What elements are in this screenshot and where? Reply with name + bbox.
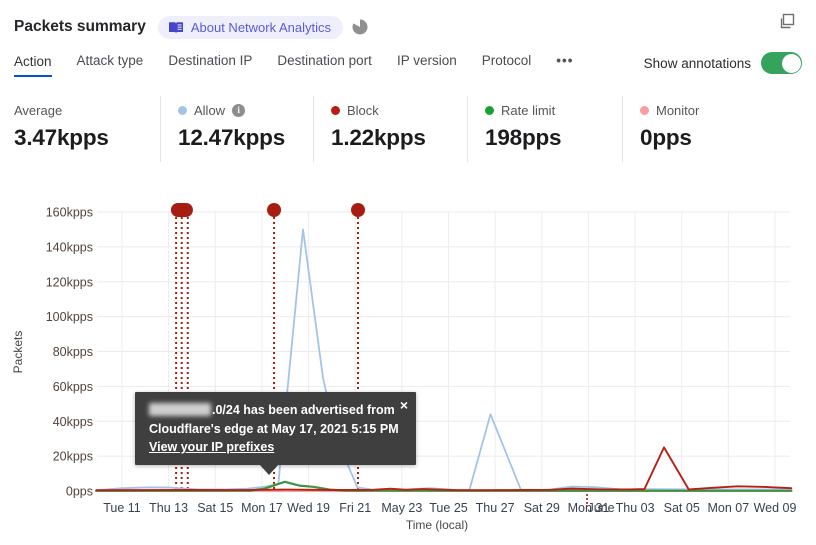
y-axis-label: 40kpps xyxy=(53,415,93,429)
chart-area: 0pps 20kpps 40kpps 60kpps 80kpps 100kpps 120kp… xyxy=(0,195,816,545)
show-annotations-label: Show annotations xyxy=(643,55,751,71)
y-axis-title: Packets xyxy=(11,331,25,374)
y-axis-label: 120kpps xyxy=(46,275,93,289)
show-annotations-group: Show annotations xyxy=(644,52,802,78)
tooltip-text: .0/24 has been advertised from Cloudflar… xyxy=(149,403,399,436)
badge-label: About Network Analytics xyxy=(190,19,332,35)
series-color-dot xyxy=(640,105,649,115)
x-axis-label: Wed 09 xyxy=(754,501,797,515)
stats-row: Average 3.47kpps Allow i 12.47kpps Block 1.22k… xyxy=(14,96,816,162)
page-title: Packets summary xyxy=(14,18,146,35)
header: Packets summary About Network Analytics xyxy=(14,12,802,42)
x-axis-label: Tue 25 xyxy=(429,501,468,515)
x-axis-label: Thu 03 xyxy=(616,501,655,515)
stat-label: Allow xyxy=(194,102,226,118)
x-axis-title: Time (local) xyxy=(406,518,468,532)
about-network-analytics-badge[interactable]: About Network Analytics xyxy=(157,15,344,39)
x-axis-label: Thu 27 xyxy=(476,501,515,515)
stat-value: 1.22kpps xyxy=(331,125,426,150)
tab-action[interactable]: Action xyxy=(14,54,52,77)
y-axis-label: 20kpps xyxy=(53,450,93,464)
pie-chart-icon[interactable] xyxy=(352,19,368,35)
stat-label: Average xyxy=(14,102,63,118)
x-axis-label: Sat 29 xyxy=(524,501,560,515)
x-axis-label: Thu 13 xyxy=(149,501,188,515)
x-axis-label: Wed 19 xyxy=(287,501,330,515)
stat-value: 0pps xyxy=(640,125,692,150)
x-axis-label: May 23 xyxy=(381,501,422,515)
duplicate-window-icon[interactable] xyxy=(779,13,796,35)
stat-allow: Allow i 12.47kpps xyxy=(160,96,313,162)
book-icon xyxy=(168,21,184,34)
series-color-dot xyxy=(331,105,340,115)
tooltip-arrow xyxy=(259,463,279,475)
series-color-dot xyxy=(178,105,187,115)
tooltip-close-icon[interactable]: × xyxy=(400,398,408,412)
y-axis-label: 140kpps xyxy=(46,240,93,254)
stat-monitor: Monitor 0pps xyxy=(622,96,782,162)
y-axis-label: 100kpps xyxy=(46,310,93,324)
stat-label: Block xyxy=(347,102,379,118)
x-axis-label: Sat 05 xyxy=(664,501,700,515)
y-axis-label: 0pps xyxy=(66,485,93,499)
x-axis-month-label: June xyxy=(587,501,614,515)
stat-label: Rate limit xyxy=(501,102,556,118)
stat-value: 3.47kpps xyxy=(14,125,109,150)
x-axis-label: Fri 21 xyxy=(339,501,371,515)
tab-protocol[interactable]: Protocol xyxy=(482,53,532,77)
stat-block: Block 1.22kpps xyxy=(313,96,467,162)
annotation-marker-dot[interactable] xyxy=(351,203,366,217)
view-ip-prefixes-link[interactable]: View your IP prefixes xyxy=(149,440,274,454)
x-axis-label: Mon 07 xyxy=(708,501,750,515)
toggle-knob xyxy=(781,53,801,73)
annotation-tooltip: × .0/24 has been advertised from Cloudfl… xyxy=(135,392,416,475)
stat-label: Monitor xyxy=(656,102,700,118)
stat-value: 12.47kpps xyxy=(178,125,286,150)
tab-destination-ip[interactable]: Destination IP xyxy=(168,53,252,77)
packets-chart[interactable]: 0pps 20kpps 40kpps 60kpps 80kpps 100kpps 120kp… xyxy=(0,195,816,545)
annotation-marker-dot[interactable] xyxy=(267,203,282,217)
x-axis-label: Mon 17 xyxy=(241,501,283,515)
stat-value: 198pps xyxy=(485,125,562,150)
tab-ip-version[interactable]: IP version xyxy=(397,53,457,77)
tab-attack-type[interactable]: Attack type xyxy=(77,53,144,77)
stat-rate-limit: Rate limit 198pps xyxy=(467,96,622,162)
tab-destination-port[interactable]: Destination port xyxy=(277,53,372,77)
tab-bar: Action Attack type Destination IP Destinati… xyxy=(14,51,802,79)
redacted-ip-prefix xyxy=(149,403,211,416)
tab-more-button[interactable]: ••• xyxy=(556,53,573,77)
annotation-marker-pill[interactable] xyxy=(170,203,193,217)
stat-average: Average 3.47kpps xyxy=(14,96,160,162)
y-axis-label: 60kpps xyxy=(53,380,93,394)
x-axis-label: Sat 15 xyxy=(197,501,233,515)
show-annotations-toggle[interactable] xyxy=(761,52,802,74)
series-color-dot xyxy=(485,105,494,115)
y-axis-label: 160kpps xyxy=(46,206,93,220)
info-icon[interactable]: i xyxy=(232,103,246,117)
y-axis-label: 80kpps xyxy=(53,345,93,359)
x-axis-label: Tue 11 xyxy=(103,501,141,515)
